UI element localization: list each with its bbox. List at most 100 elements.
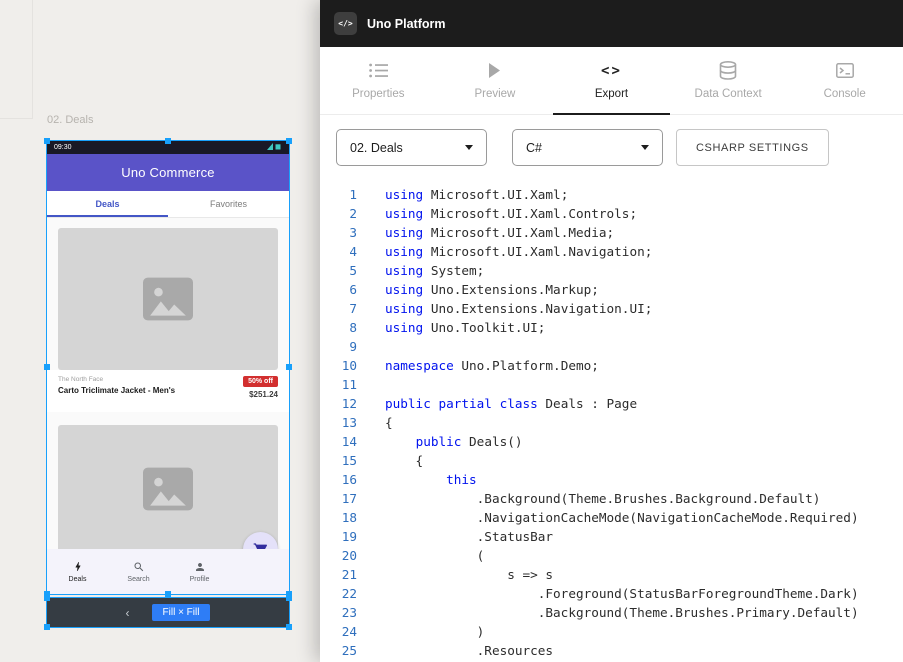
status-time: 09:30: [54, 144, 72, 151]
figma-canvas: 02. Deals 09:30 Uno Commerce Deals Favor…: [0, 0, 903, 662]
tab-console[interactable]: Console: [786, 47, 903, 114]
code-line: 25 .Resources: [320, 641, 903, 660]
selection-toolbar: ‹ Fill × Fill: [47, 598, 289, 627]
code-brackets-icon: <>: [601, 62, 622, 80]
nav-item-deals[interactable]: Deals: [47, 549, 108, 594]
image-placeholder-icon: [139, 464, 197, 514]
tab-label: Preview: [474, 88, 515, 100]
fill-size-button[interactable]: Fill × Fill: [152, 604, 211, 621]
collapse-chevron-icon[interactable]: ‹: [126, 606, 130, 620]
product-price: $251.24: [249, 390, 278, 399]
product-brand: The North Face: [58, 376, 175, 383]
uno-logo-icon: </>: [334, 12, 357, 35]
code-line: 17 .Background(Theme.Brushes.Background.…: [320, 489, 903, 508]
bottom-nav: Deals Search Profile: [47, 549, 289, 594]
selection-handle[interactable]: [44, 624, 50, 630]
nav-item-profile[interactable]: Profile: [169, 549, 230, 594]
nav-item-search[interactable]: Search: [108, 549, 169, 594]
search-icon: [133, 561, 145, 573]
nav-label: Profile: [190, 576, 210, 583]
code-line: 1using Microsoft.UI.Xaml;: [320, 185, 903, 204]
tab-favorites[interactable]: Favorites: [168, 191, 289, 217]
code-line: 7using Uno.Extensions.Navigation.UI;: [320, 299, 903, 318]
code-line: 8using Uno.Toolkit.UI;: [320, 318, 903, 337]
tab-label: Data Context: [695, 88, 762, 100]
app-tab-bar: Deals Favorites: [47, 191, 289, 218]
code-line: 4using Microsoft.UI.Xaml.Navigation;: [320, 242, 903, 261]
code-line: 3using Microsoft.UI.Xaml.Media;: [320, 223, 903, 242]
product-card-image[interactable]: [58, 228, 278, 370]
phone-artboard[interactable]: 09:30 Uno Commerce Deals Favorites: [47, 141, 289, 594]
code-line: 11: [320, 375, 903, 394]
code-line: 20 (: [320, 546, 903, 565]
active-tab-underline: [47, 215, 168, 217]
chevron-down-icon: [641, 145, 649, 150]
product-name: Carto Triclimate Jacket - Men's: [58, 386, 175, 395]
database-icon: [719, 62, 737, 80]
code-line: 9: [320, 337, 903, 356]
code-line: 14 public Deals(): [320, 432, 903, 451]
tab-label: Export: [595, 88, 628, 100]
image-placeholder-icon: [139, 274, 197, 324]
code-line: 12public partial class Deals : Page: [320, 394, 903, 413]
selection-handle[interactable]: [286, 138, 292, 144]
language-select[interactable]: C#: [512, 129, 663, 166]
nav-label: Search: [127, 576, 149, 583]
code-line: 13{: [320, 413, 903, 432]
person-icon: [194, 561, 206, 573]
panel-title: Uno Platform: [367, 17, 445, 31]
tab-preview[interactable]: Preview: [437, 47, 554, 114]
selection-handle[interactable]: [165, 591, 171, 597]
panel-tab-bar: Properties Preview <> Export: [320, 47, 903, 115]
uno-platform-panel: </> Uno Platform Properties Preview: [320, 0, 903, 662]
selection-handle[interactable]: [165, 138, 171, 144]
nav-label: Deals: [69, 576, 87, 583]
selection-handle[interactable]: [286, 364, 292, 370]
tab-label: Console: [824, 88, 866, 100]
terminal-icon: [836, 62, 854, 80]
code-line: 15 {: [320, 451, 903, 470]
lightning-icon: [72, 560, 84, 573]
chevron-down-icon: [465, 145, 473, 150]
language-select-value: C#: [526, 141, 542, 155]
code-line: 2using Microsoft.UI.Xaml.Controls;: [320, 204, 903, 223]
code-line: 19 .StatusBar: [320, 527, 903, 546]
code-line: 6using Uno.Extensions.Markup;: [320, 280, 903, 299]
page-select-value: 02. Deals: [350, 141, 403, 155]
list-icon: [369, 62, 388, 80]
product-card-image[interactable]: [58, 425, 278, 553]
code-line: 16 this: [320, 470, 903, 489]
selection-handle[interactable]: [286, 624, 292, 630]
code-line: 22 .Foreground(StatusBarForegroundTheme.…: [320, 584, 903, 603]
product-text: The North Face Carto Triclimate Jacket -…: [58, 376, 175, 406]
selection-handle[interactable]: [286, 595, 292, 601]
csharp-settings-button[interactable]: CSHARP SETTINGS: [676, 129, 829, 166]
code-line: 5using System;: [320, 261, 903, 280]
app-title: Uno Commerce: [121, 165, 214, 180]
code-line: 18 .NavigationCacheMode(NavigationCacheM…: [320, 508, 903, 527]
product-info-row[interactable]: The North Face Carto Triclimate Jacket -…: [47, 370, 289, 412]
signal-battery-icon: [267, 143, 282, 150]
selection-handle[interactable]: [44, 138, 50, 144]
selection-handle[interactable]: [44, 364, 50, 370]
status-icons: [267, 143, 282, 152]
tab-label: Properties: [352, 88, 404, 100]
selection-handle[interactable]: [44, 595, 50, 601]
panel-header: </> Uno Platform: [320, 0, 903, 47]
page-select[interactable]: 02. Deals: [336, 129, 487, 166]
artboard-label[interactable]: 02. Deals: [47, 114, 93, 126]
app-header: Uno Commerce: [47, 154, 289, 191]
tab-export[interactable]: <> Export: [553, 47, 670, 114]
product-pricing: 50% off $251.24: [243, 376, 278, 406]
code-editor[interactable]: 1using Microsoft.UI.Xaml;2using Microsof…: [320, 179, 903, 662]
code-line: 23 .Background(Theme.Brushes.Primary.Def…: [320, 603, 903, 622]
deals-content: The North Face Carto Triclimate Jacket -…: [47, 228, 289, 553]
code-lines: 1using Microsoft.UI.Xaml;2using Microsof…: [320, 185, 903, 662]
code-line: 24 ): [320, 622, 903, 641]
tab-deals[interactable]: Deals: [47, 191, 168, 217]
tab-data-context[interactable]: Data Context: [670, 47, 787, 114]
code-line: 10namespace Uno.Platform.Demo;: [320, 356, 903, 375]
code-line: 21 s => s: [320, 565, 903, 584]
tab-properties[interactable]: Properties: [320, 47, 437, 114]
discount-badge: 50% off: [243, 376, 278, 387]
